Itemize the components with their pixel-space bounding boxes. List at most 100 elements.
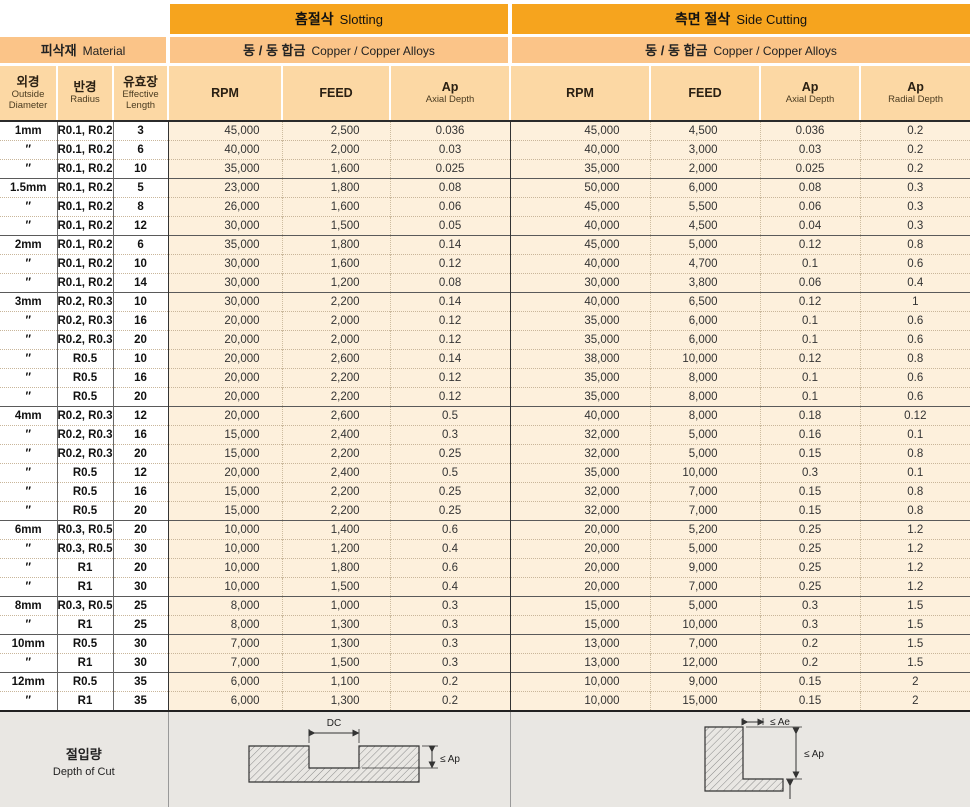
radius-cell: R1 [57,616,113,635]
table-row: ″R12010,0001,8000.620,0009,0000.251.2 [0,559,970,578]
slot-rpm-cell: 20,000 [168,331,282,350]
side-ap-axial-cell: 0.15 [760,445,860,464]
side-ap-axial-cell: 0.08 [760,179,860,198]
side-ap-radial-cell: 0.8 [860,445,970,464]
slot-feed-cell: 2,400 [282,464,390,483]
side-ap-axial-cell: 0.3 [760,464,860,483]
side-material-en: Copper / Copper Alloys [713,44,836,58]
side-ap-radial-cell: 0.6 [860,255,970,274]
section-band-row: 홈절삭Slotting 측면 절삭Side Cutting [0,4,970,36]
col-header-side-ap-radial: Ap Radial Depth [860,65,970,122]
side-ap-radial-cell: 0.8 [860,502,970,521]
slot-ap-axial-cell: 0.14 [390,293,510,312]
slot-feed-cell: 1,800 [282,236,390,255]
slot-ap-axial-cell: 0.6 [390,559,510,578]
side-feed-cell: 8,000 [650,369,760,388]
side-feed-cell: 6,000 [650,179,760,198]
side-ap-radial-cell: 0.12 [860,407,970,426]
radius-cell: R0.1, R0.2 [57,160,113,179]
slot-feed-cell: 2,200 [282,502,390,521]
side-ap-axial-cell: 0.25 [760,559,860,578]
radius-cell: R0.5 [57,350,113,369]
slotting-material-en: Copper / Copper Alloys [311,44,434,58]
col-header-effective-length: 유효장 Effective Length [113,65,168,122]
slot-ap-axial-cell: 0.4 [390,578,510,597]
outside-diameter-cell: 2mm [0,236,57,255]
slot-feed-cell: 1,600 [282,255,390,274]
side-ap-radial-cell: 1.2 [860,521,970,540]
side-ap-radial-cell: 0.1 [860,426,970,445]
outside-diameter-cell: ″ [0,483,57,502]
outside-diameter-cell: ″ [0,160,57,179]
side-ap-dim-label: ≤ Ap [804,749,824,760]
col-header-slot-rpm: RPM [168,65,282,122]
outside-diameter-cell: ″ [0,255,57,274]
side-ap-radial-cell: 1.5 [860,635,970,654]
slot-ap-axial-cell: 0.2 [390,692,510,712]
radius-cell: R0.5 [57,464,113,483]
outside-diameter-cell: 8mm [0,597,57,616]
effective-length-cell: 20 [113,445,168,464]
side-ap-axial-cell: 0.15 [760,673,860,692]
side-ap-radial-cell: 0.6 [860,369,970,388]
side-cutting-title-en: Side Cutting [736,12,807,27]
side-ap-axial-cell: 0.25 [760,540,860,559]
depth-of-cut-label-cell: 절입량 Depth of Cut [0,711,168,807]
table-row: 1.5mmR0.1, R0.2523,0001,8000.0850,0006,0… [0,179,970,198]
side-rpm-cell: 35,000 [510,464,650,483]
side-rpm-cell: 15,000 [510,616,650,635]
slotting-diagram-cell: DC ≤ Ap [168,711,510,807]
side-ap-radial-cell: 0.6 [860,331,970,350]
side-feed-cell: 5,200 [650,521,760,540]
slot-rpm-cell: 20,000 [168,350,282,369]
depth-of-cut-ko: 절입량 [0,744,168,763]
side-feed-cell: 10,000 [650,464,760,483]
side-rpm-cell: 40,000 [510,217,650,236]
table-row: 3mmR0.2, R0.31030,0002,2000.1440,0006,50… [0,293,970,312]
side-ap-radial-cell: 0.6 [860,312,970,331]
slot-feed-cell: 2,200 [282,388,390,407]
side-ap-axial-cell: 0.3 [760,616,860,635]
side-ap-radial-cell: 0.2 [860,160,970,179]
side-feed-cell: 7,000 [650,483,760,502]
side-ap-axial-label: Ap [761,80,859,94]
col-header-side-feed: FEED [650,65,760,122]
table-row: ″R0.1, R0.21030,0001,6000.1240,0004,7000… [0,255,970,274]
side-rpm-cell: 45,000 [510,236,650,255]
slot-ap-axial-cell: 0.12 [390,369,510,388]
radius-cell: R0.2, R0.3 [57,293,113,312]
side-ap-radial-cell: 1.5 [860,654,970,673]
side-rpm-cell: 50,000 [510,179,650,198]
table-row: ″R0.1, R0.2826,0001,6000.0645,0005,5000.… [0,198,970,217]
side-rpm-cell: 40,000 [510,255,650,274]
slot-ap-axial-cell: 0.6 [390,521,510,540]
radius-cell: R0.5 [57,483,113,502]
outside-diameter-ko: 외경 [0,75,56,89]
outside-diameter-cell: ″ [0,388,57,407]
side-feed-cell: 6,000 [650,331,760,350]
side-rpm-cell: 15,000 [510,597,650,616]
slot-rpm-cell: 30,000 [168,255,282,274]
slot-ap-axial-cell: 0.036 [390,121,510,141]
col-header-slot-ap: Ap Axial Depth [390,65,510,122]
slot-rpm-cell: 20,000 [168,407,282,426]
slot-rpm-cell: 35,000 [168,236,282,255]
side-ap-axial-cell: 0.1 [760,255,860,274]
effective-length-cell: 10 [113,293,168,312]
side-cutting-section-header: 측면 절삭Side Cutting [510,4,970,36]
radius-cell: R0.1, R0.2 [57,255,113,274]
outside-diameter-cell: ″ [0,540,57,559]
side-ap-radial-cell: 1 [860,293,970,312]
slotting-section-header: 홈절삭Slotting [168,4,510,36]
slot-ap-axial-cell: 0.5 [390,407,510,426]
slot-feed-cell: 2,200 [282,445,390,464]
side-feed-cell: 5,000 [650,597,760,616]
ae-dim-label: ≤ Ae [770,717,790,728]
side-feed-cell: 2,000 [650,160,760,179]
slot-rpm-cell: 26,000 [168,198,282,217]
side-rpm-cell: 20,000 [510,521,650,540]
side-material-ko: 동 / 동 합금 [645,43,707,58]
side-feed-label: FEED [651,86,759,100]
table-row: 12mmR0.5356,0001,1000.210,0009,0000.152 [0,673,970,692]
radius-cell: R1 [57,654,113,673]
